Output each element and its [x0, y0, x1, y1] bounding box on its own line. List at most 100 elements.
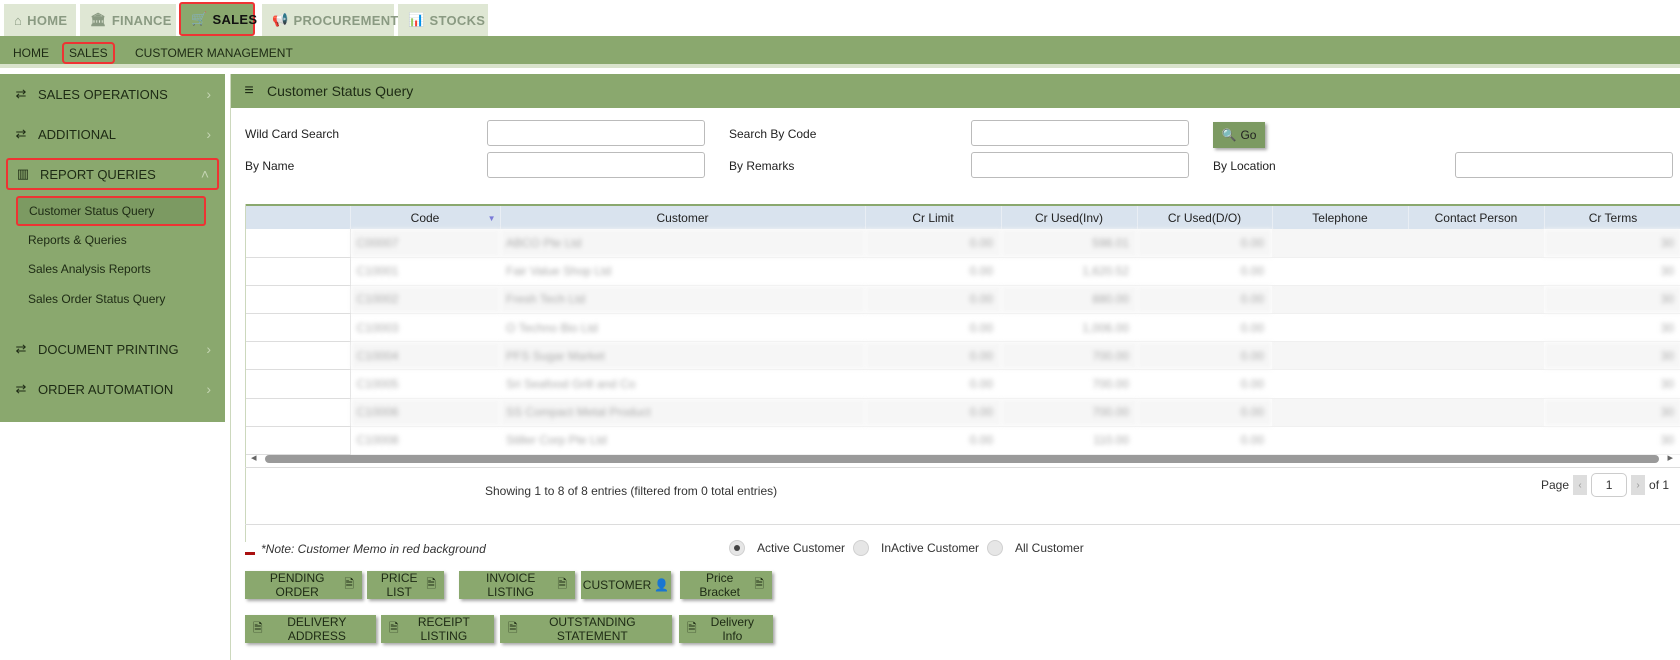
bank-icon: 🏛 [90, 12, 107, 27]
radio-button[interactable] [987, 540, 1003, 556]
by-location-label: By Location [1213, 159, 1276, 173]
table-cell: C10006 [350, 398, 500, 427]
scroll-right-icon[interactable]: ▸ [1667, 451, 1673, 464]
wild-card-label: Wild Card Search [245, 127, 340, 141]
radio-inactive-customer[interactable]: InActive Customer [853, 540, 979, 556]
col-telephone[interactable]: Telephone [1272, 204, 1409, 229]
bar-chart-icon: 📊 [408, 12, 425, 27]
tab-procurement[interactable]: 📢 PROCUREMENT [262, 4, 398, 36]
sidebar-sub-sales-order-status-query[interactable]: Sales Order Status Query [28, 288, 165, 310]
table-cell: 0.00 [1137, 398, 1272, 427]
prev-page-button[interactable]: ‹ [1573, 475, 1588, 495]
chevron-right-icon: › [206, 341, 211, 357]
delivery-address-button[interactable]: 🗎 DELIVERY ADDRESS [245, 615, 376, 643]
table-row[interactable]: C10003 O Techno Bio Ltd 0.00 1,006.00 0.00 30 [246, 313, 1680, 343]
table-row[interactable]: C10006 SS Compact Metal Product 0.00 700.00… [246, 398, 1680, 427]
delivery-info-button[interactable]: 🗎 Delivery Info [679, 615, 773, 643]
price-bracket-button[interactable]: Price Bracket 🗎 [680, 571, 772, 599]
col-cr-used-inv[interactable]: Cr Used(Inv) [1001, 204, 1138, 229]
row-select-cell[interactable] [246, 285, 351, 315]
row-select-cell[interactable] [246, 341, 351, 371]
table-cell: 30 [1544, 398, 1680, 427]
next-page-button[interactable]: › [1631, 475, 1646, 495]
sidebar-item-report-queries[interactable]: ▥ REPORT QUERIES ˄ [6, 158, 219, 190]
subnav-sales[interactable]: SALES [62, 42, 115, 64]
row-select-cell[interactable] [246, 369, 351, 399]
price-list-button[interactable]: PRICE LIST 🗎 [367, 571, 444, 599]
subnav-customer-management[interactable]: CUSTOMER MANAGEMENT [130, 42, 298, 64]
scroll-left-icon[interactable]: ◂ [251, 451, 257, 464]
table-cell [1408, 341, 1544, 371]
table-cell: ABCO Pte Ltd [500, 229, 865, 258]
wild-card-input[interactable] [487, 120, 705, 146]
exchange-icon: ⇄ [15, 86, 27, 101]
row-select-cell[interactable] [246, 229, 351, 258]
by-remarks-input[interactable] [971, 152, 1189, 178]
radio-dot [734, 545, 740, 551]
page-number-input[interactable]: 1 [1591, 473, 1628, 497]
row-select-cell[interactable] [246, 257, 351, 286]
main-panel: ≡ Customer Status Query Wild Card Search… [230, 74, 1680, 660]
sidebar-sub-sales-analysis-reports[interactable]: Sales Analysis Reports [28, 258, 151, 280]
table-row[interactable]: C10005 Sri Seafood Grill and Co 0.00 700.00… [246, 369, 1680, 399]
tab-home[interactable]: ⌂ HOME [4, 4, 76, 36]
receipt-listing-button[interactable]: 🗎 RECEIPT LISTING [381, 615, 494, 643]
table-cell: 880.00 [1001, 285, 1137, 315]
sidebar-item-document-printing[interactable]: ⇄ DOCUMENT PRINTING › [6, 333, 219, 365]
divider [245, 467, 1680, 468]
hamburger-icon[interactable]: ≡ [231, 82, 267, 100]
radio-all-customer[interactable]: All Customer [987, 540, 1084, 556]
by-location-input[interactable] [1455, 152, 1673, 178]
radio-button[interactable] [853, 540, 869, 556]
table-row[interactable]: C00007 ABCO Pte Ltd 0.00 598.01 0.00 30 [246, 229, 1680, 258]
invoice-listing-button[interactable]: INVOICE LISTING 🗎 [459, 571, 575, 599]
col-cr-used-do[interactable]: Cr Used(D/O) [1137, 204, 1273, 229]
table-cell [1408, 313, 1544, 343]
table-cell: 0.00 [1137, 257, 1272, 286]
table-cell: 0.00 [1137, 229, 1272, 258]
top-tab-bar: ⌂ HOME 🏛 FINANCE 🛒 SALES 📢 PROCUREMENT 📊 STOC… [0, 0, 1680, 36]
customer-button[interactable]: CUSTOMER 👤 [581, 571, 671, 599]
table-body: C00007 ABCO Pte Ltd 0.00 598.01 0.00 30 C10001… [246, 229, 1680, 456]
table-row[interactable]: C10001 Fair Value Shop Ltd 0.00 1,620.52 0.0… [246, 257, 1680, 286]
col-contact-person[interactable]: Contact Person [1408, 204, 1545, 229]
sidebar-item-order-automation[interactable]: ⇄ ORDER AUTOMATION › [6, 373, 219, 405]
go-button[interactable]: 🔍 Go [1213, 122, 1265, 148]
table-cell: 0.00 [1137, 369, 1272, 399]
col-code[interactable]: Code ▼ [350, 204, 501, 229]
sidebar-item-additional[interactable]: ⇄ ADDITIONAL › [6, 118, 219, 150]
table-cell: 0.00 [865, 398, 1001, 427]
subnav-home[interactable]: HOME [8, 42, 54, 64]
pending-order-button[interactable]: PENDING ORDER 🗎 [245, 571, 362, 599]
horizontal-scrollbar[interactable]: ◂ ▸ [245, 451, 1680, 465]
col-cr-limit[interactable]: Cr Limit [865, 204, 1002, 229]
table-row[interactable]: C10002 Fresh Tech Ltd 0.00 880.00 0.00 30 [246, 285, 1680, 315]
scrollbar-thumb[interactable] [265, 455, 1659, 463]
tab-sales[interactable]: 🛒 SALES [179, 2, 257, 36]
col-customer[interactable]: Customer [500, 204, 866, 229]
radio-button[interactable] [729, 540, 745, 556]
user-icon: 👤 [654, 578, 670, 592]
sidebar-sub-customer-status-query[interactable]: Customer Status Query [16, 196, 206, 226]
tab-finance[interactable]: 🏛 FINANCE [80, 4, 176, 36]
table-cell: O Techno Bio Ltd [500, 313, 865, 343]
row-select-cell[interactable] [246, 398, 351, 427]
radio-active-customer[interactable]: Active Customer [729, 540, 845, 556]
document-icon: 🗎 [508, 620, 518, 635]
sidebar-sub-reports-queries[interactable]: Reports & Queries [28, 229, 127, 251]
entries-info: Showing 1 to 8 of 8 entries (filtered fr… [485, 484, 778, 498]
table-row[interactable]: C10004 PFS Sugar Market 0.00 700.00 0.00 30 [246, 341, 1680, 371]
chevron-up-icon: ˄ [200, 166, 209, 182]
tab-stocks[interactable]: 📊 STOCKS [398, 4, 488, 36]
sidebar-item-sales-operations[interactable]: ⇄ SALES OPERATIONS › [6, 78, 219, 110]
outstanding-statement-button[interactable]: 🗎 OUTSTANDING STATEMENT [500, 615, 672, 643]
chevron-right-icon: › [206, 86, 211, 102]
page-total: of 1 [1649, 478, 1670, 492]
row-select-cell[interactable] [246, 313, 351, 343]
search-by-code-input[interactable] [971, 120, 1189, 146]
table-cell [1272, 398, 1408, 427]
panel-header: ≡ Customer Status Query [231, 74, 1680, 108]
col-cr-terms[interactable]: Cr Terms [1544, 204, 1680, 229]
table-cell: 30 [1544, 341, 1680, 371]
by-name-input[interactable] [487, 152, 705, 178]
